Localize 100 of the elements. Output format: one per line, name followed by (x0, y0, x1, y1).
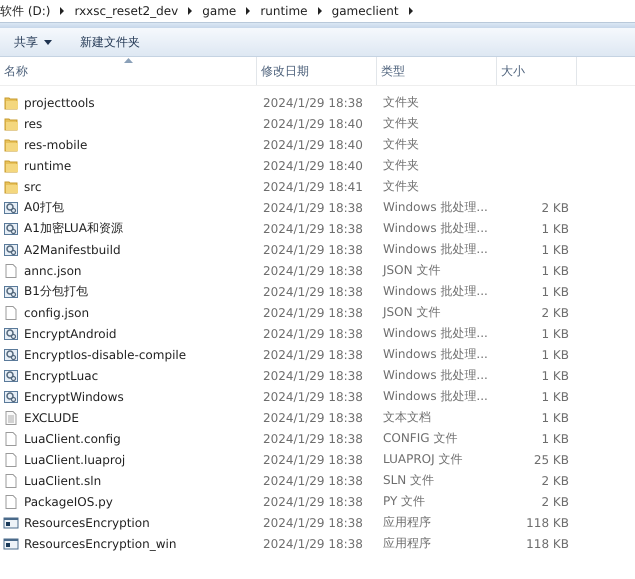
gear-document-icon (3, 346, 19, 362)
file-name[interactable]: runtime (24, 158, 72, 172)
file-name[interactable]: A2Manifestbuild (24, 242, 121, 256)
type-cell-text: Windows 批处理... (382, 199, 489, 216)
file-name[interactable]: LuaClient.config (24, 432, 121, 446)
date-cell-text: 2024/1/29 18:40 (262, 158, 364, 172)
date-cell-text: 2024/1/29 18:38 (262, 242, 364, 256)
file-name[interactable]: EncryptAndroid (24, 326, 117, 340)
type-cell-text: CONFIG 文件 (382, 430, 458, 447)
type-cell-text: Windows 批处理... (382, 346, 489, 363)
type-cell-text: Windows 批处理... (382, 325, 489, 342)
gear-document-icon (3, 368, 19, 384)
file-name[interactable]: ResourcesEncryption (24, 516, 150, 530)
date-cell-text: 2024/1/29 18:38 (262, 348, 364, 362)
text-document-icon (3, 410, 19, 426)
size-cell-text: 2 KB (540, 474, 569, 488)
date-cell-text: 2024/1/29 18:38 (262, 222, 364, 236)
date-cell-text: 2024/1/29 18:38 (262, 284, 364, 298)
folder-icon (3, 94, 19, 110)
file-name[interactable]: EncryptLuac (24, 368, 98, 382)
size-cell-text: 1 KB (540, 368, 569, 382)
type-cell-text: JSON 文件 (381, 304, 442, 321)
file-name[interactable]: PackageIOS.py (24, 494, 113, 508)
toolbar-button[interactable]: 新建文件夹 (80, 32, 140, 52)
column-header[interactable]: 修改日期 (257, 57, 377, 85)
date-cell-text: 2024/1/29 18:38 (262, 516, 364, 530)
column-header[interactable]: 大小 (497, 57, 577, 85)
file-name[interactable]: EXCLUDE (24, 410, 80, 424)
size-cell-text: 1 KB (540, 284, 569, 298)
size-cell-text: 118 KB (525, 536, 569, 550)
file-name[interactable]: EncryptWindows (24, 390, 124, 404)
sort-arrow-icon (124, 58, 133, 63)
folder-icon (3, 136, 19, 152)
date-cell-text: 2024/1/29 18:38 (262, 410, 364, 424)
toolbar-button[interactable]: 共享 (14, 32, 52, 52)
file-name[interactable]: projecttools (24, 96, 95, 110)
document-icon (3, 430, 19, 446)
chevron-right-icon[interactable] (186, 7, 194, 15)
file-name[interactable]: ResourcesEncryption_win (24, 536, 176, 550)
size-cell-text: 2 KB (540, 494, 569, 508)
file-name[interactable]: EncryptIos-disable-compile (24, 348, 186, 362)
file-name[interactable]: B1分包打包 (24, 283, 88, 300)
chevron-right-icon[interactable] (244, 7, 252, 15)
date-cell-text: 2024/1/29 18:38 (262, 536, 364, 550)
size-cell-text: 1 KB (540, 432, 569, 446)
document-icon (3, 452, 19, 468)
file-name[interactable]: A1加密LUA和资源 (24, 220, 123, 237)
type-cell-text: PY 文件 (382, 493, 426, 510)
type-cell-text: 文本文档 (382, 409, 432, 426)
chevron-right-icon[interactable] (406, 7, 415, 15)
date-cell-text: 2024/1/29 18:38 (262, 306, 364, 320)
type-cell-text: LUAPROJ 文件 (382, 451, 464, 468)
chevron-right-icon[interactable] (58, 7, 66, 15)
type-cell-text: Windows 批处理... (382, 241, 489, 258)
document-icon (3, 494, 19, 510)
folder-icon (3, 116, 19, 132)
folder-icon (3, 158, 19, 174)
gear-document-icon (3, 326, 19, 342)
column-header[interactable]: 名称 (0, 57, 257, 85)
date-cell-text: 2024/1/29 18:38 (262, 474, 364, 488)
size-cell-text: 2 KB (540, 306, 569, 320)
file-name[interactable]: annc.json (24, 264, 82, 278)
document-icon (3, 262, 19, 278)
column-header[interactable]: 类型 (377, 57, 497, 85)
size-cell-text: 1 KB (540, 264, 569, 278)
date-cell-text: 2024/1/29 18:38 (262, 368, 364, 382)
caret-icon (44, 40, 52, 44)
size-cell-text: 1 KB (540, 348, 569, 362)
gear-document-icon (3, 388, 19, 404)
file-name[interactable]: LuaClient.luaproj (24, 452, 126, 466)
document-icon (3, 304, 19, 320)
file-name[interactable]: res (24, 116, 42, 130)
type-cell-text: 应用程序 (382, 535, 432, 552)
breadcrumb-item[interactable]: game (202, 4, 236, 18)
type-cell-text: 文件夹 (382, 157, 420, 174)
chevron-right-icon[interactable] (316, 7, 324, 15)
application-icon (3, 514, 19, 530)
type-cell-text: 应用程序 (382, 514, 432, 531)
gear-document-icon (3, 284, 19, 300)
file-name[interactable]: LuaClient.sln (24, 474, 102, 488)
file-name[interactable]: config.json (24, 306, 90, 320)
breadcrumb-item[interactable]: runtime (260, 4, 308, 18)
size-cell-text: 1 KB (540, 242, 569, 256)
application-icon (3, 536, 19, 552)
file-name[interactable]: src (24, 180, 42, 194)
file-name[interactable]: res-mobile (24, 138, 88, 152)
date-cell-text: 2024/1/29 18:38 (262, 390, 364, 404)
breadcrumb-item[interactable]: rxxsc_reset2_dev (74, 4, 178, 18)
breadcrumb-item[interactable]: gameclient (332, 4, 399, 18)
folder-icon (3, 178, 19, 194)
date-cell-text: 2024/1/29 18:38 (262, 200, 364, 214)
file-name[interactable]: A0打包 (24, 199, 64, 216)
date-cell-text: 2024/1/29 18:40 (262, 138, 364, 152)
date-cell-text: 2024/1/29 18:41 (262, 180, 364, 194)
size-cell-text: 2 KB (540, 200, 569, 214)
date-cell-text: 2024/1/29 18:38 (262, 96, 364, 110)
date-cell-text: 2024/1/29 18:38 (262, 326, 364, 340)
type-cell-text: SLN 文件 (382, 472, 436, 489)
breadcrumb-item[interactable]: 软件 (D:) (0, 2, 50, 20)
type-cell-text: JSON 文件 (381, 262, 442, 279)
